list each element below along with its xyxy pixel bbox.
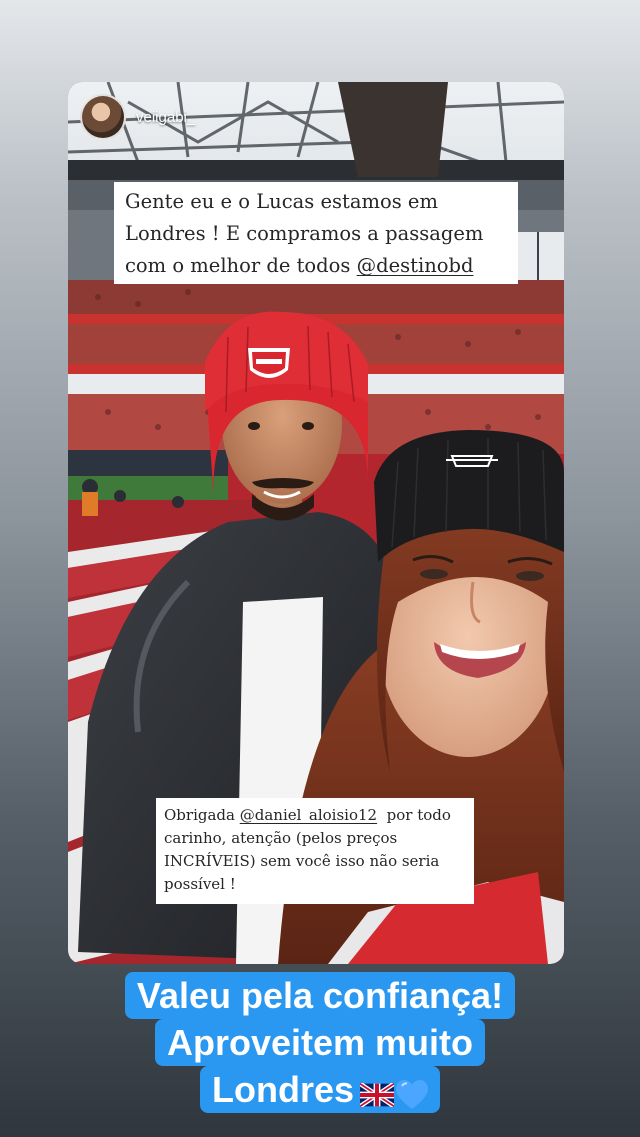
caption-bottom-line-3: INCRÍVEIS) sem você isso não seria <box>164 852 440 870</box>
story-card[interactable]: veiigabi_ Gente eu e o Lucas estamos em … <box>68 82 564 964</box>
caption-bottom-line-1: Obrigada @daniel_aloisio12 por todo <box>164 804 466 827</box>
caption-top-line-3-text: com o melhor de todos <box>125 254 357 277</box>
caption-top-line-3: com o melhor de todos @destinobd <box>125 250 508 282</box>
blue-caption-line-2: Aproveitem muito <box>154 1019 486 1066</box>
caption-top-line-2: Londres ! E compramos a passagem <box>125 222 484 245</box>
blue-caption-line-3-wrap: Londres <box>199 1066 440 1113</box>
caption-bottom-line-4: possível ! <box>164 875 236 893</box>
avatar[interactable] <box>80 94 126 140</box>
story-user-header[interactable]: veiigabi_ <box>80 94 195 140</box>
caption-bottom: Obrigada @daniel_aloisio12 por todo cari… <box>156 798 474 904</box>
blue-heart-icon <box>396 1080 428 1109</box>
caption-bottom-line-1-text: Obrigada <box>164 806 240 824</box>
mention-daniel-aloisio12[interactable]: @daniel_aloisio12 <box>240 806 377 824</box>
blue-caption-line-1: Valeu pela confiança! <box>124 972 516 1019</box>
blue-text-caption[interactable]: Valeu pela confiança! Aproveitem muito L… <box>0 972 640 1113</box>
caption-bottom-line-2: carinho, atenção (pelos preços <box>164 829 398 847</box>
caption-top-line-1: Gente eu e o Lucas estamos em <box>125 190 438 213</box>
blue-caption-line-3: Londres <box>211 1069 354 1110</box>
emoji-group <box>360 1080 428 1110</box>
mention-destinobd[interactable]: @destinobd <box>357 254 474 277</box>
caption-top: Gente eu e o Lucas estamos em Londres ! … <box>114 182 518 284</box>
username[interactable]: veiigabi_ <box>136 109 195 126</box>
uk-flag-icon <box>360 1083 394 1107</box>
caption-bottom-line-1-tail: por todo <box>377 806 451 824</box>
